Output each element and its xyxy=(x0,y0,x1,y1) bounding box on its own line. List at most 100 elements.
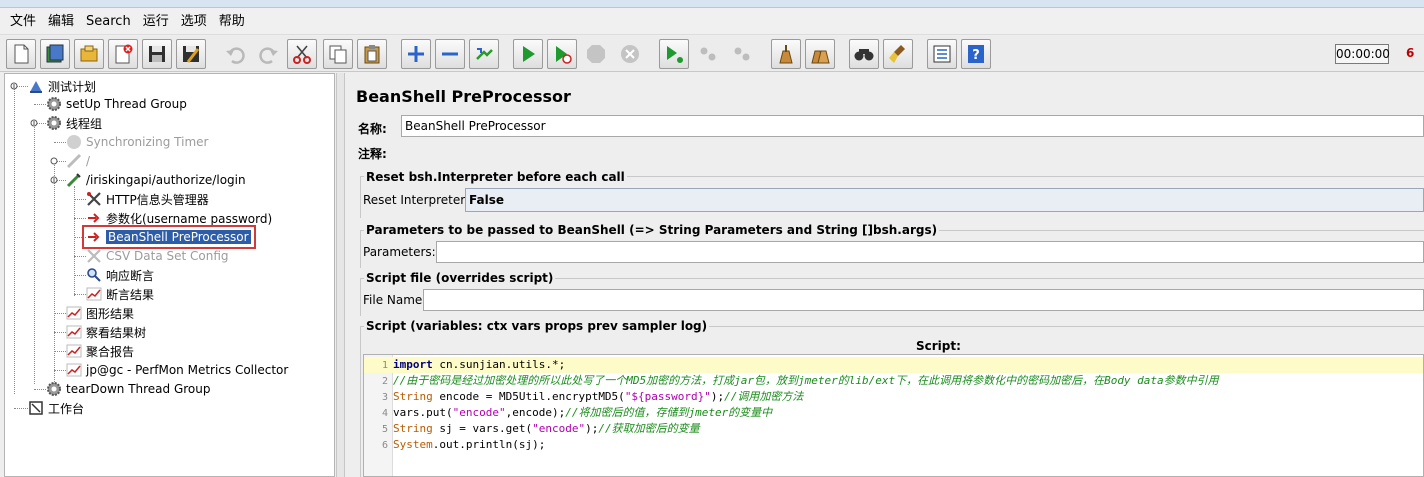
paste-button[interactable] xyxy=(357,39,387,69)
panel-title: BeanShell PreProcessor xyxy=(356,87,571,106)
reset-group-title: Reset bsh.Interpreter before each call xyxy=(364,170,627,184)
stop-button[interactable] xyxy=(581,39,611,69)
function-helper-button[interactable] xyxy=(927,39,957,69)
cut-button[interactable] xyxy=(287,39,317,69)
menu-file[interactable]: 文件 xyxy=(4,8,42,35)
copy-button[interactable] xyxy=(323,39,353,69)
start-no-pauses-button[interactable] xyxy=(547,39,577,69)
templates-button[interactable] xyxy=(40,39,70,69)
start-no-pause-icon xyxy=(556,46,572,64)
shutdown-button[interactable] xyxy=(615,39,645,69)
tree-node-response-assertion[interactable]: 响应断言 xyxy=(85,266,154,284)
search-button[interactable] xyxy=(849,39,879,69)
tree-node-beanshell-preprocessor[interactable]: BeanShell PreProcessor xyxy=(82,225,256,249)
close-button[interactable] xyxy=(108,39,138,69)
tree-node-header-manager[interactable]: HTTP信息头管理器 xyxy=(85,190,209,208)
help-button[interactable]: ? xyxy=(961,39,991,69)
tree-node-view-results-tree[interactable]: 察看结果树 xyxy=(65,323,146,341)
menu-options[interactable]: 选项 xyxy=(175,8,213,35)
test-plan-tree[interactable]: 测试计划 setUp Thread Group 线程组 Synchronizin… xyxy=(4,73,335,477)
graph-icon xyxy=(65,304,83,322)
clear-all-icon xyxy=(811,50,830,64)
preprocessor-icon xyxy=(85,209,103,227)
save-as-icon xyxy=(183,46,200,63)
script-editor[interactable]: 1 import cn.sunjian.utils.*; 2//由于密码是经过加密… xyxy=(363,354,1424,477)
menu-run[interactable]: 运行 xyxy=(137,8,175,35)
remote-start-button[interactable] xyxy=(659,39,689,69)
toggle-button[interactable] xyxy=(469,39,499,69)
tree-node-workbench[interactable]: 工作台 xyxy=(27,399,84,417)
code-line: 5 String sj = vars.get("encode");//获取加密后的… xyxy=(381,422,700,435)
tree-node-graph-results[interactable]: 图形结果 xyxy=(65,304,134,322)
open-button[interactable] xyxy=(74,39,104,69)
script-caption: Script: xyxy=(916,339,961,353)
paste-icon xyxy=(364,45,380,64)
file-name-field[interactable] xyxy=(423,289,1424,311)
remote-shutdown-button[interactable] xyxy=(727,39,757,69)
clear-all-button[interactable] xyxy=(805,39,835,69)
workbench-icon xyxy=(27,399,45,417)
sampler-icon xyxy=(65,152,83,170)
tree-node-parameterization[interactable]: 参数化(username password) xyxy=(85,209,272,227)
timer-icon xyxy=(65,133,83,151)
tree-node-csv-data-set-config[interactable]: CSV Data Set Config xyxy=(85,247,229,265)
tree-node-login-sampler[interactable]: /iriskingapi/authorize/login xyxy=(65,171,246,189)
tree-node-aggregate-report[interactable]: 聚合报告 xyxy=(65,342,134,360)
collapse-toggle-icon[interactable] xyxy=(30,119,38,127)
tree-node-synchronizing-timer[interactable]: Synchronizing Timer xyxy=(65,133,208,151)
remote-shutdown-icon xyxy=(734,47,750,61)
menu-edit[interactable]: 编辑 xyxy=(42,8,80,35)
redo-button[interactable] xyxy=(254,39,284,69)
reset-search-button[interactable] xyxy=(883,39,913,69)
collapse-toggle-icon[interactable] xyxy=(10,82,18,90)
start-button[interactable] xyxy=(513,39,543,69)
tree-node-perfmon-collector[interactable]: jp@gc - PerfMon Metrics Collector xyxy=(65,361,288,379)
comments-label: 注释: xyxy=(358,147,387,161)
collapse-all-button[interactable] xyxy=(435,39,465,69)
tree-node-test-plan[interactable]: 测试计划 xyxy=(27,77,96,95)
tree-node-sampler-root[interactable]: / xyxy=(65,152,90,170)
active-threads-count: 6 xyxy=(1406,46,1415,60)
clear-button[interactable] xyxy=(771,39,801,69)
templates-icon xyxy=(46,44,64,63)
split-pane-divider[interactable] xyxy=(336,73,345,477)
name-label: 名称: xyxy=(358,122,387,136)
tree-node-thread-group[interactable]: 线程组 xyxy=(45,114,102,132)
code-line: 1 import cn.sunjian.utils.*; xyxy=(364,357,1423,373)
expand-toggle-icon[interactable] xyxy=(50,157,58,165)
menu-search[interactable]: Search xyxy=(80,8,137,35)
toggle-icon xyxy=(476,48,493,60)
script-file-group-title: Script file (overrides script) xyxy=(364,271,556,285)
reset-interpreter-label: Reset Interpreter: xyxy=(363,193,470,207)
parameters-group-title: Parameters to be passed to BeanShell (=>… xyxy=(364,223,940,237)
toolbar: ? 00:00:00 6 xyxy=(0,36,1424,72)
element-editor-panel: BeanShell PreProcessor 名称: BeanShell Pre… xyxy=(346,73,1424,477)
reset-interpreter-select[interactable]: False xyxy=(465,188,1424,212)
comments-field[interactable] xyxy=(397,141,1424,163)
code-line: 3 String encode = MD5Util.encryptMD5("${p… xyxy=(381,390,804,403)
script-group-title: Script (variables: ctx vars props prev s… xyxy=(364,319,710,333)
search-icon xyxy=(854,49,874,61)
clear-icon xyxy=(779,45,793,64)
parameters-label: Parameters: xyxy=(363,245,436,259)
menu-help[interactable]: 帮助 xyxy=(213,8,251,35)
save-button[interactable] xyxy=(142,39,172,69)
tree-node-teardown-thread-group[interactable]: tearDown Thread Group xyxy=(45,380,211,398)
tree-node-assertion-results[interactable]: 断言结果 xyxy=(85,285,154,303)
remote-stop-button[interactable] xyxy=(693,39,723,69)
config-icon xyxy=(85,247,103,265)
code-line: 6 System.out.println(sj); xyxy=(381,438,546,451)
magnifier-icon xyxy=(85,266,103,284)
graph-icon xyxy=(65,323,83,341)
collapse-toggle-icon[interactable] xyxy=(50,176,58,184)
undo-button[interactable] xyxy=(220,39,250,69)
svg-text:?: ? xyxy=(972,48,980,63)
undo-icon xyxy=(226,47,245,64)
tree-node-setup-thread-group[interactable]: setUp Thread Group xyxy=(45,95,187,113)
expand-all-button[interactable] xyxy=(401,39,431,69)
parameters-field[interactable] xyxy=(436,241,1424,263)
name-field[interactable]: BeanShell PreProcessor xyxy=(401,115,1424,137)
save-as-button[interactable] xyxy=(176,39,206,69)
new-button[interactable] xyxy=(6,39,36,69)
expand-icon xyxy=(408,46,424,62)
